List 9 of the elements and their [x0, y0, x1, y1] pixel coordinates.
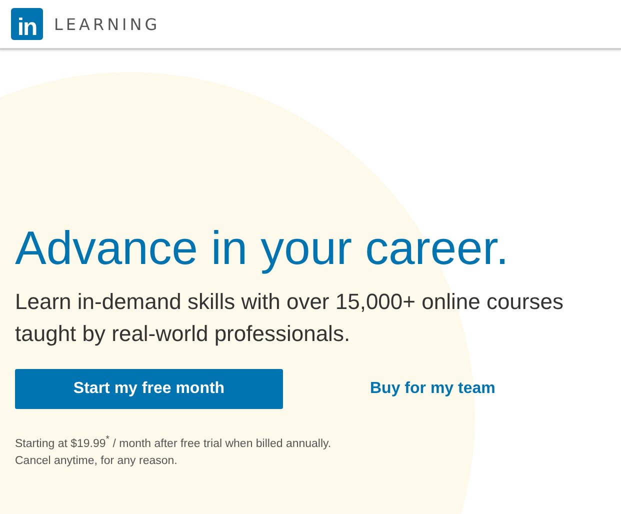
- start-free-month-button[interactable]: Start my free month: [15, 369, 283, 409]
- headline: Advance in your career.: [15, 220, 510, 276]
- disclaimer-line: Starting at $19.99$^{*}$ / month after free trial when billed annually.: [15, 433, 332, 452]
- logo[interactable]: in: [11, 8, 43, 40]
- buy-for-team-link[interactable]: Buy for my team: [370, 380, 496, 398]
- product-name: LEARNING: [54, 14, 160, 34]
- disclaimer-line: Cancel anytime, for any reason.: [15, 454, 178, 469]
- subheading-line: Learn in-demand skills with over 15,000+ online courses: [15, 288, 564, 316]
- subheading-line: taught by real-world professionals.: [15, 320, 352, 348]
